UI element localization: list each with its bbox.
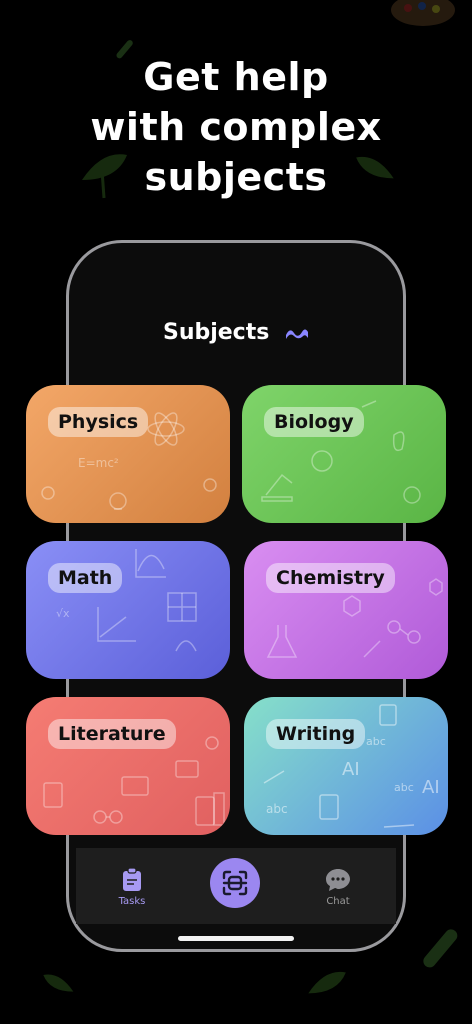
svg-text:AI: AI [342,759,360,780]
physics-doodles-icon: E=mc² [41,412,217,510]
test-tube-icon [423,929,458,968]
headline-line-1: Get help [143,55,329,99]
leaf-icon [308,971,346,994]
subject-card-chemistry[interactable]: Chemistry [244,541,448,679]
page-title-text: Subjects [162,320,270,345]
subject-card-biology[interactable]: Biology [242,385,446,523]
literature-doodles-icon [43,736,225,826]
svg-text:abc: abc [366,735,386,748]
subject-label: Math [48,563,123,593]
subject-card-math[interactable]: √x Math [26,541,230,679]
biology-doodles-icon [261,400,421,504]
svg-text:AI: AI [422,777,440,798]
subject-label: Chemistry [266,563,395,593]
subject-card-literature[interactable]: Literature [26,697,230,835]
math-doodles-icon: √x [56,549,197,652]
headline: Get help with complex subjects [0,52,472,202]
home-indicator [178,936,294,941]
writing-doodles-icon: AI AI abc abc abc [263,704,440,828]
clipboard-icon [123,868,141,891]
chemistry-doodles-icon [266,578,443,658]
headline-line-2: with complex [90,105,382,149]
svg-text:abc: abc [394,781,414,794]
subject-card-physics[interactable]: E=mc² Physics [26,385,230,523]
subject-label: Biology [264,407,364,437]
svg-text:abc: abc [266,802,288,816]
headline-line-3: subjects [144,155,328,199]
wave-logo-icon [286,329,309,339]
svg-text:E=mc²: E=mc² [78,456,119,470]
chat-bubble-icon [326,869,350,891]
scan-button[interactable] [210,858,260,908]
subject-card-writing[interactable]: AI AI abc abc abc Writing [244,697,448,835]
tab-label: Chat [326,896,350,907]
subject-label: Literature [48,719,176,749]
svg-text:√x: √x [56,607,70,620]
page-title: Subjects [0,320,472,345]
subject-label: Physics [48,407,149,437]
palette-icon [391,0,455,26]
tab-chat[interactable]: Chat [308,868,368,907]
subject-label: Writing [266,719,366,749]
leaf-icon [43,974,74,992]
tab-tasks[interactable]: Tasks [102,868,162,907]
tab-label: Tasks [118,896,146,907]
scan-icon [222,870,248,896]
